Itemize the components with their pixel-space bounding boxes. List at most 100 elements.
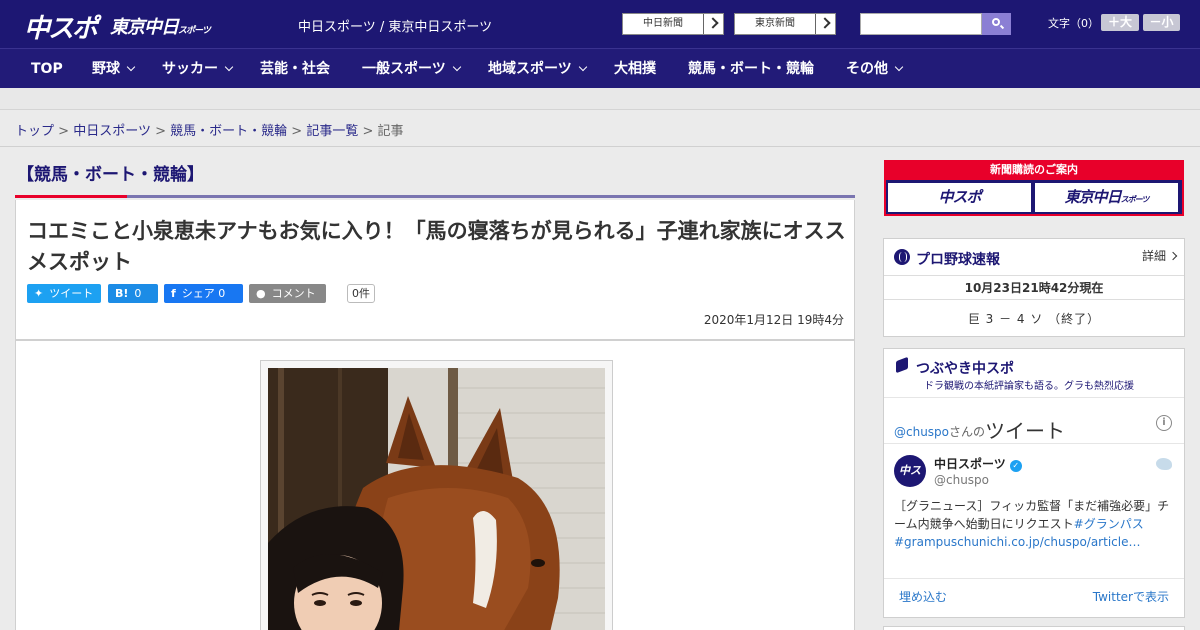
breadcrumb-separator: > [155, 124, 166, 139]
tweet-hashtag[interactable]: #グランパス [1074, 517, 1144, 531]
section-title: 【競馬・ボート・競輪】 [17, 165, 204, 185]
baseball-detail-link[interactable]: 詳細 [1141, 247, 1178, 264]
nav-label: 野球 [92, 61, 120, 77]
baseball-timestamp: 10月23日21時42分現在 [964, 281, 1104, 295]
nav-item-top[interactable]: TOP [31, 49, 63, 89]
chuspo-logo[interactable]: 中スポ [24, 8, 98, 45]
nav-label: その他 [846, 61, 888, 77]
divider [884, 578, 1184, 579]
tweet-link[interactable]: #grampuschunichi.co.jp/chuspo/article… [894, 535, 1140, 549]
search-button[interactable] [982, 13, 1011, 35]
nav-item-soccer[interactable]: サッカー [162, 49, 234, 89]
tokyo-chunichi-logo[interactable]: 東京中日スポーツ [110, 13, 211, 39]
breadcrumb-separator: > [362, 124, 374, 139]
comment-label: コメント [271, 287, 316, 300]
font-smaller-button[interactable]: －小 [1143, 14, 1180, 31]
subscription-caption: 新聞購読のご案内 [886, 160, 1182, 180]
nav-item-keiba[interactable]: 競馬・ボート・競輪 [688, 49, 814, 89]
speech-bubble-icon: ● [256, 287, 266, 300]
baseball-icon [894, 249, 910, 265]
chunichi-shimbun-label: 中日新聞 [623, 14, 704, 34]
tokyo-logo-small: スポーツ [178, 26, 211, 36]
search-input[interactable] [860, 13, 982, 35]
chevron-down-icon [224, 62, 234, 72]
nav-item-entertainment[interactable]: 芸能・社会 [260, 49, 330, 89]
facebook-count: 0 [218, 287, 226, 300]
chevron-right-icon [707, 17, 719, 29]
chevron-down-icon [894, 62, 904, 72]
header-band [0, 88, 1200, 110]
chunichi-shimbun-link[interactable]: 中日新聞 [622, 13, 724, 35]
breadcrumb-article-list[interactable]: 記事一覧 [306, 124, 358, 139]
breadcrumb: トップ > 中日スポーツ > 競馬・ボート・競輪 > 記事一覧 > 記事 [15, 120, 404, 139]
subscription-chuspo-tile: 中スポ [888, 183, 1031, 212]
comment-count: 0件 [347, 284, 375, 303]
hatena-count: 0 [134, 287, 142, 300]
article-photo[interactable] [268, 368, 605, 630]
breadcrumb-divider [0, 146, 1200, 147]
nav-item-general-sports[interactable]: 一般スポーツ [362, 49, 461, 89]
nav-item-other[interactable]: その他 [846, 49, 904, 89]
site-header: 中スポ 東京中日スポーツ 中日スポーツ / 東京中日スポーツ 中日新聞 東京新聞… [0, 0, 1200, 48]
article-header: コエミこと小泉恵未アナもお気に入り！「馬の寝落ちが見られる」子連れ家族にオススメ… [15, 200, 855, 340]
nav-label: TOP [31, 61, 63, 77]
comment-button[interactable]: ● コメント [249, 284, 326, 303]
article-body [15, 340, 855, 630]
hatena-bookmark-button[interactable]: B! 0 [108, 284, 158, 303]
breadcrumb-chunichi-sports[interactable]: 中日スポーツ [73, 124, 151, 139]
divider [884, 443, 1184, 444]
timeline-title: ツイート [985, 419, 1066, 443]
search-icon [992, 18, 1000, 26]
tweet-user-name[interactable]: 中日スポーツ ✓ [934, 455, 1022, 472]
chevron-right-icon [819, 17, 831, 29]
nav-item-local-sports[interactable]: 地域スポーツ [488, 49, 587, 89]
tweet-label: ツイート [49, 287, 94, 300]
breadcrumb-top[interactable]: トップ [15, 124, 54, 139]
nav-item-sumo[interactable]: 大相撲 [614, 49, 656, 89]
nav-label: 地域スポーツ [488, 61, 572, 77]
breadcrumb-current: 記事 [377, 124, 404, 139]
tweet-text: ［グラニュース］フィッカ監督「まだ補強必要」チーム内競争へ始動日にリクエスト#グ… [894, 497, 1174, 551]
subscription-banner[interactable]: 新聞購読のご案内 中スポ 東京中日スポーツ [884, 160, 1184, 216]
tweet-user-name-text: 中日スポーツ [934, 457, 1006, 471]
twitter-timeline: @chuspoさんのツイート i 中スポ 中日スポーツ✓ @chuspo ［グラ… [884, 397, 1184, 619]
embed-link[interactable]: 埋め込む [899, 588, 947, 605]
tweets-panel-title: つぶやき中スポ [916, 361, 1014, 377]
site-names: 中日スポーツ / 東京中日スポーツ [298, 20, 493, 35]
twitter-bird-icon: ✦ [34, 287, 44, 300]
sidebar-next-panel [883, 626, 1185, 630]
font-size-label: 文字（0） [1048, 17, 1099, 30]
tweet-button[interactable]: ✦ ツイート [27, 284, 101, 303]
tokyo-shimbun-link[interactable]: 東京新聞 [734, 13, 836, 35]
article-headline: コエミこと小泉恵未アナもお気に入り！「馬の寝落ちが見られる」子連れ家族にオススメ… [27, 219, 846, 274]
main-nav: TOP 野球 サッカー 芸能・社会 一般スポーツ 地域スポーツ 大相撲 競馬・ボ… [0, 48, 1200, 88]
divider [884, 275, 1184, 276]
nav-label: サッカー [162, 61, 218, 77]
font-larger-button[interactable]: ＋大 [1101, 14, 1139, 31]
tweet-user-handle[interactable]: @chuspo [934, 473, 989, 487]
section-underline [15, 195, 855, 198]
facebook-share-label: シェア [181, 287, 215, 300]
nav-label: 大相撲 [614, 61, 656, 77]
baseball-detail-label: 詳細 [1141, 249, 1166, 263]
chevron-down-icon [578, 62, 587, 72]
tokyo-logo-text: 東京中日 [110, 17, 179, 38]
info-icon[interactable]: i [1156, 415, 1172, 431]
facebook-share-button[interactable]: f シェア 0 [164, 284, 243, 303]
horse-and-woman-photo [268, 368, 605, 630]
baseball-game-score[interactable]: 巨 3 － 4 ソ （終了） [884, 310, 1184, 327]
nav-label: 競馬・ボート・競輪 [688, 61, 814, 77]
nav-item-baseball[interactable]: 野球 [92, 49, 136, 89]
tweets-panel: つぶやき中スポ ドラ観戦の本紙評論家も語る。グラも熱烈応援 @chuspoさんの… [883, 348, 1185, 618]
megaphone-icon [896, 356, 908, 374]
subscription-tokyo-tile: 東京中日スポーツ [1035, 183, 1178, 212]
article-photo-frame [260, 360, 613, 630]
breadcrumb-keiba[interactable]: 競馬・ボート・競輪 [170, 124, 287, 139]
avatar[interactable]: 中スポ [894, 455, 926, 487]
tweets-panel-subtitle: ドラ観戦の本紙評論家も語る。グラも熱烈応援 [924, 381, 1134, 392]
view-on-twitter-link[interactable]: Twitterで表示 [1093, 588, 1169, 605]
baseball-score-panel: プロ野球速報 詳細 10月23日21時42分現在 巨 3 － 4 ソ （終了） [883, 238, 1185, 337]
timeline-handle-link[interactable]: @chuspo [894, 425, 949, 439]
article-date: 2020年1月12日 19時4分 [703, 313, 844, 327]
chevron-right-icon [1168, 251, 1178, 261]
